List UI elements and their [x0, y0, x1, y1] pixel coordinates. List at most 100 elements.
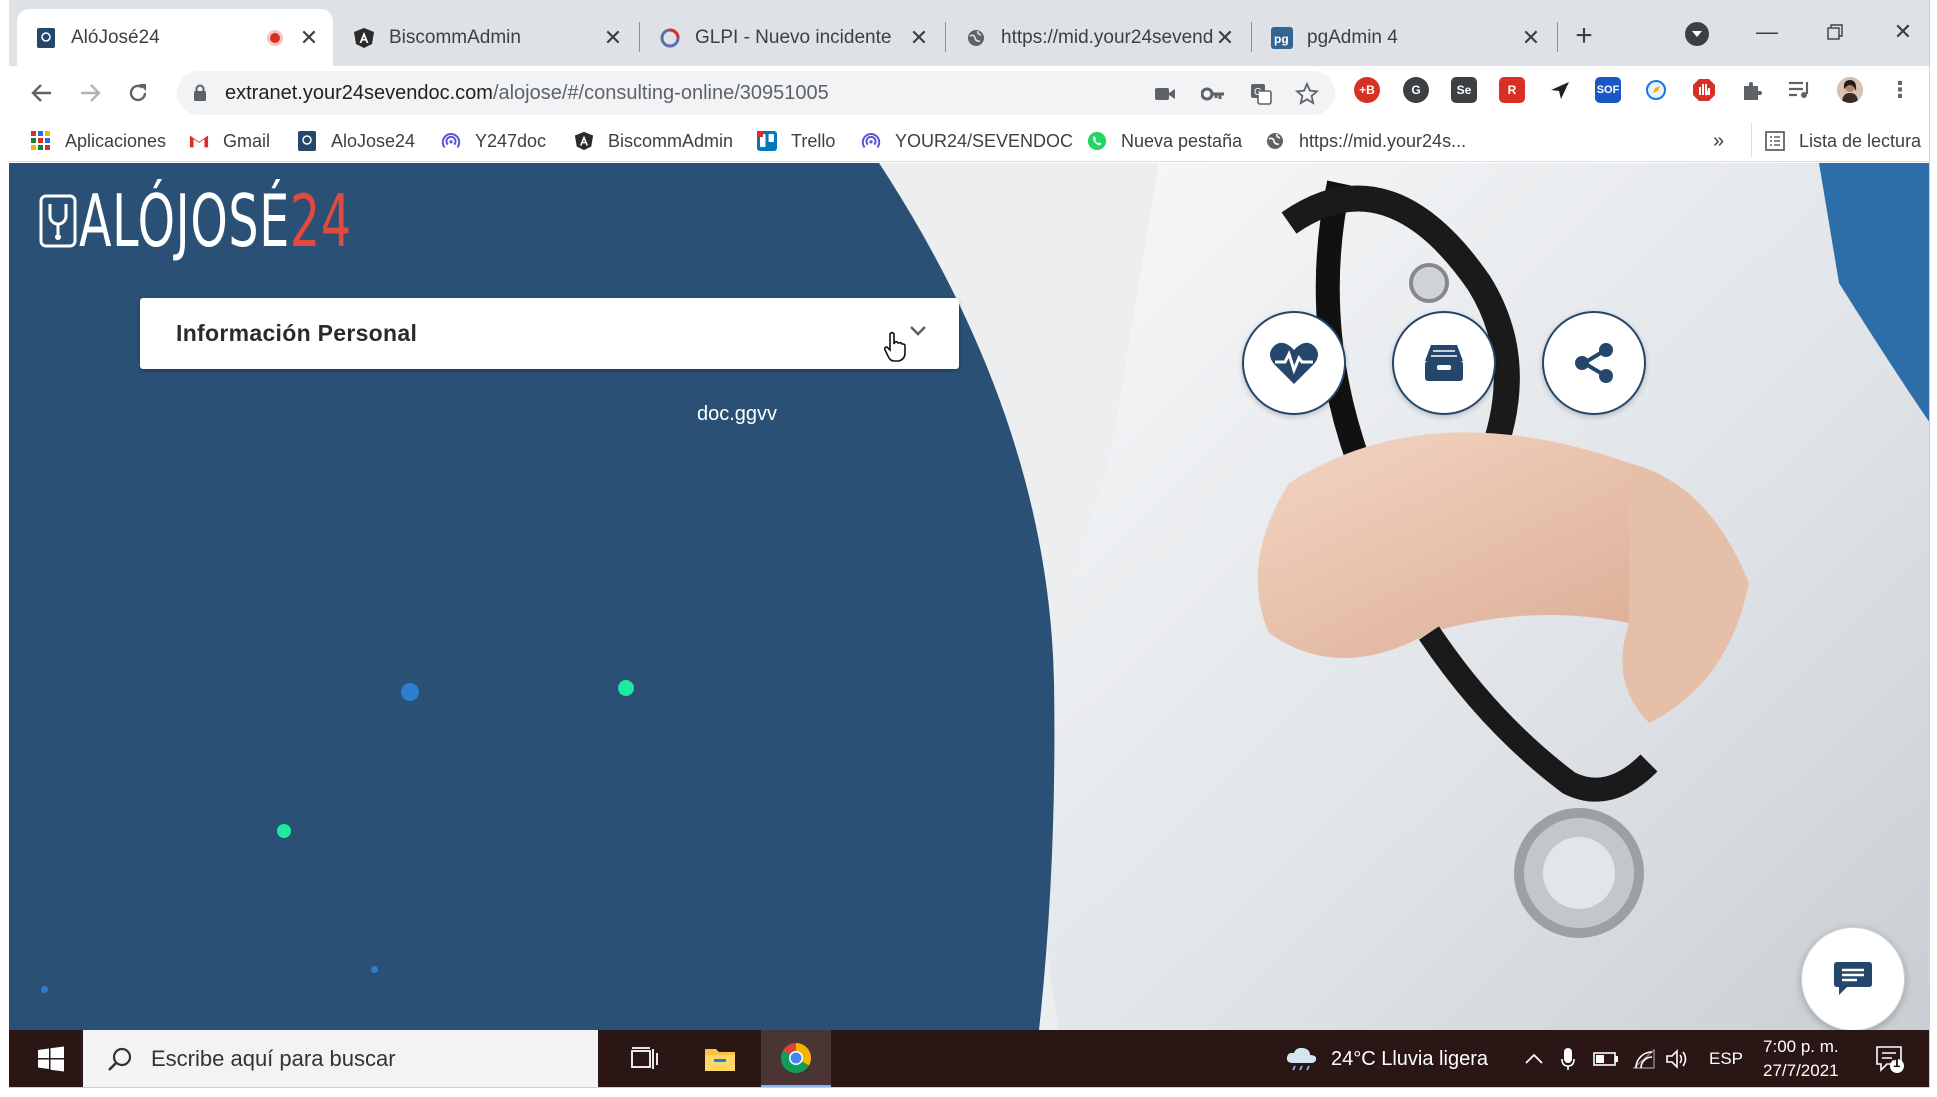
close-tab-icon[interactable]: ✕ [907, 25, 931, 50]
share-icon [1575, 343, 1613, 383]
restore-button[interactable] [1815, 14, 1855, 50]
media-control-icon[interactable] [1787, 77, 1813, 103]
extension-compass-icon[interactable] [1643, 77, 1669, 103]
tab-biscommadmin[interactable]: BiscommAdmin ✕ [335, 9, 637, 66]
gmail-icon [189, 131, 209, 151]
extensions-puzzle-icon[interactable] [1739, 77, 1765, 103]
extension-plane-icon[interactable] [1547, 77, 1573, 103]
translate-icon[interactable]: G [1249, 82, 1273, 106]
bookmark-apps[interactable]: Aplicaciones [31, 127, 166, 155]
bookmark-gmail[interactable]: Gmail [189, 127, 270, 155]
clock-time: 7:00 p. m. [1763, 1037, 1839, 1056]
extension-red-icon[interactable]: R [1499, 77, 1525, 103]
personal-info-title: Información Personal [176, 320, 418, 346]
stethoscope-logo-icon [39, 194, 77, 248]
url-text[interactable]: extranet.your24sevendoc.com/alojose/#/co… [225, 82, 829, 105]
bookmark-biscommadmin[interactable]: BiscommAdmin [574, 127, 733, 155]
extension-grammar-icon[interactable]: G [1403, 77, 1429, 103]
svg-text:G: G [1254, 87, 1262, 98]
browser-toolbar: extranet.your24sevendoc.com/alojose/#/co… [9, 66, 1929, 120]
alojose24-logo: ALÓJOSÉ24 [37, 185, 492, 257]
chat-button[interactable] [1801, 927, 1905, 1030]
language-indicator[interactable]: ESP [1709, 1030, 1743, 1087]
taskbar-search-placeholder: Escribe aquí para buscar [151, 1046, 396, 1071]
lock-icon [193, 84, 207, 102]
angular-favicon-icon [574, 131, 594, 151]
tab-mid-your24sevendoc[interactable]: https://mid.your24sevendoc ✕ [947, 9, 1249, 66]
decorative-dot [371, 966, 378, 973]
microphone-icon[interactable] [1561, 1030, 1575, 1087]
archive-icon [1425, 345, 1463, 381]
reload-button[interactable] [121, 76, 155, 110]
signal-icon [861, 131, 881, 151]
close-tab-icon[interactable]: ✕ [297, 25, 321, 50]
close-tab-icon[interactable]: ✕ [1213, 25, 1237, 50]
show-hidden-icons-button[interactable] [1525, 1030, 1543, 1087]
tab-title: BiscommAdmin [389, 26, 521, 48]
web-page: ALÓJOSÉ24 Información Personal doc.ggvv [9, 163, 1929, 1030]
start-button[interactable] [19, 1030, 83, 1087]
bookmarks-bar: Aplicaciones Gmail AloJose24 Y247doc Bis… [9, 120, 1929, 162]
recording-icon [267, 29, 283, 46]
chevron-down-icon[interactable] [909, 324, 927, 338]
tab-search-button[interactable] [1685, 22, 1709, 46]
heartbeat-icon [1270, 342, 1318, 384]
notifications-button[interactable]: 1 [1875, 1030, 1905, 1087]
url-host: extranet.your24sevendoc.com [225, 81, 493, 104]
back-button[interactable] [25, 76, 59, 110]
tab-title: AlóJosé24 [71, 26, 160, 48]
bookmark-alojose24[interactable]: AloJose24 [297, 127, 415, 155]
arrow-left-icon [31, 84, 51, 102]
bookmark-label: AloJose24 [331, 130, 416, 151]
reading-list-button[interactable]: Lista de lectura [1765, 127, 1921, 155]
logo-text: ALÓJOSÉ24 [79, 185, 352, 257]
chrome-menu-button[interactable]: ⋮ [1887, 77, 1913, 103]
bookmark-your24sevendoc[interactable]: YOUR24/SEVENDOC [861, 127, 1073, 155]
bookmarks-divider [1751, 123, 1752, 157]
more-bookmarks-button[interactable]: » [1713, 127, 1724, 155]
new-tab-button[interactable]: + [1566, 18, 1602, 54]
wifi-icon[interactable] [1633, 1030, 1655, 1087]
camera-icon[interactable] [1153, 82, 1177, 106]
reload-icon [129, 84, 147, 102]
personal-info-accordion[interactable]: Información Personal [140, 298, 959, 369]
weather-widget[interactable]: 24°C Lluvia ligera [1285, 1030, 1488, 1087]
minimize-button[interactable]: — [1747, 14, 1787, 50]
profile-avatar[interactable] [1837, 77, 1863, 103]
health-button[interactable] [1242, 311, 1346, 415]
extension-adblock-icon[interactable] [1691, 77, 1717, 103]
tab-alojose24[interactable]: AlóJosé24 ✕ [17, 9, 333, 66]
close-tab-icon[interactable]: ✕ [1519, 25, 1543, 50]
taskbar-search-box[interactable]: Escribe aquí para buscar [83, 1030, 598, 1087]
extension-sof-icon[interactable]: SOF [1595, 77, 1621, 103]
task-view-button[interactable] [613, 1030, 677, 1087]
clock[interactable]: 7:00 p. m. 27/7/2021 [1763, 1030, 1839, 1087]
file-explorer-button[interactable] [688, 1030, 752, 1087]
archive-button[interactable] [1392, 311, 1496, 415]
chat-icon [1834, 962, 1872, 995]
close-window-button[interactable]: ✕ [1883, 14, 1923, 50]
bookmark-label: Gmail [223, 130, 271, 151]
address-bar[interactable]: extranet.your24sevendoc.com/alojose/#/co… [177, 71, 1335, 115]
blue-curved-panel [9, 163, 1055, 1030]
whatsapp-icon [1087, 131, 1107, 151]
volume-icon[interactable] [1665, 1030, 1689, 1087]
extension-selenium-icon[interactable]: Se [1451, 77, 1477, 103]
bookmark-nueva-pestana[interactable]: Nueva pestaña [1087, 127, 1242, 155]
bookmark-mid-your24s[interactable]: https://mid.your24s... [1265, 127, 1466, 155]
bookmark-trello[interactable]: Trello [757, 127, 835, 155]
battery-icon[interactable] [1593, 1030, 1619, 1087]
share-button[interactable] [1542, 311, 1646, 415]
forward-button[interactable] [73, 76, 107, 110]
bookmark-y247doc[interactable]: Y247doc [441, 127, 546, 155]
bookmark-label: https://mid.your24s... [1299, 130, 1467, 151]
chrome-taskbar-button[interactable] [761, 1030, 831, 1087]
tab-pgadmin[interactable]: pg pgAdmin 4 ✕ [1253, 9, 1555, 66]
key-icon[interactable] [1201, 82, 1225, 106]
close-tab-icon[interactable]: ✕ [601, 25, 625, 50]
extension-ab-icon[interactable]: +B [1354, 77, 1380, 103]
reading-list-label: Lista de lectura [1799, 130, 1922, 151]
bookmark-star-icon[interactable] [1295, 82, 1319, 106]
tab-glpi[interactable]: GLPI - Nuevo incidente ✕ [641, 9, 943, 66]
logo-number: 24 [289, 179, 352, 263]
